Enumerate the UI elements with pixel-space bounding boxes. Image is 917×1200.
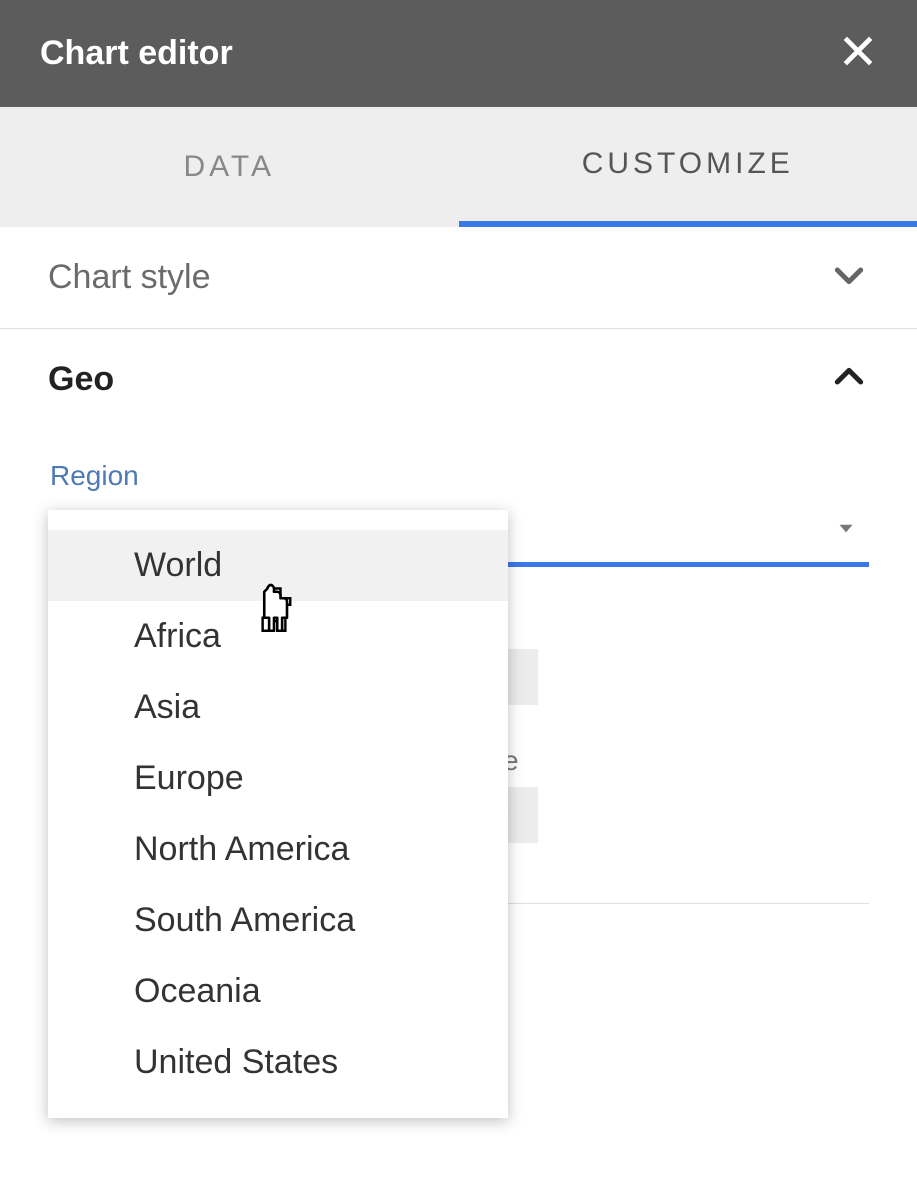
tab-customize[interactable]: CUSTOMIZE	[459, 107, 917, 227]
tab-bar: DATA CUSTOMIZE	[0, 107, 917, 227]
close-button[interactable]	[839, 32, 877, 75]
tab-data[interactable]: DATA	[0, 107, 459, 227]
region-label: Region	[50, 460, 869, 492]
region-option-oceania[interactable]: Oceania	[48, 956, 508, 1027]
region-option-world[interactable]: World	[48, 530, 508, 601]
section-geo-title: Geo	[48, 360, 114, 399]
region-dropdown: World Africa Asia Europe North America S…	[48, 510, 508, 1118]
section-chart-style-title: Chart style	[48, 258, 211, 297]
panel-header: Chart editor	[0, 0, 917, 107]
region-option-south-america[interactable]: South America	[48, 885, 508, 956]
chevron-up-icon	[829, 357, 869, 402]
region-option-north-america[interactable]: North America	[48, 814, 508, 885]
region-option-africa[interactable]: Africa	[48, 601, 508, 672]
region-option-asia[interactable]: Asia	[48, 672, 508, 743]
panel-title: Chart editor	[40, 34, 233, 73]
chart-editor-panel: Chart editor DATA CUSTOMIZE Chart style …	[0, 0, 917, 1200]
section-chart-style[interactable]: Chart style	[0, 227, 917, 329]
chevron-down-icon	[829, 255, 869, 300]
caret-down-icon	[833, 515, 859, 546]
section-geo[interactable]: Geo	[0, 329, 917, 430]
region-option-united-states[interactable]: United States	[48, 1027, 508, 1098]
region-option-europe[interactable]: Europe	[48, 743, 508, 814]
close-icon	[839, 57, 877, 74]
